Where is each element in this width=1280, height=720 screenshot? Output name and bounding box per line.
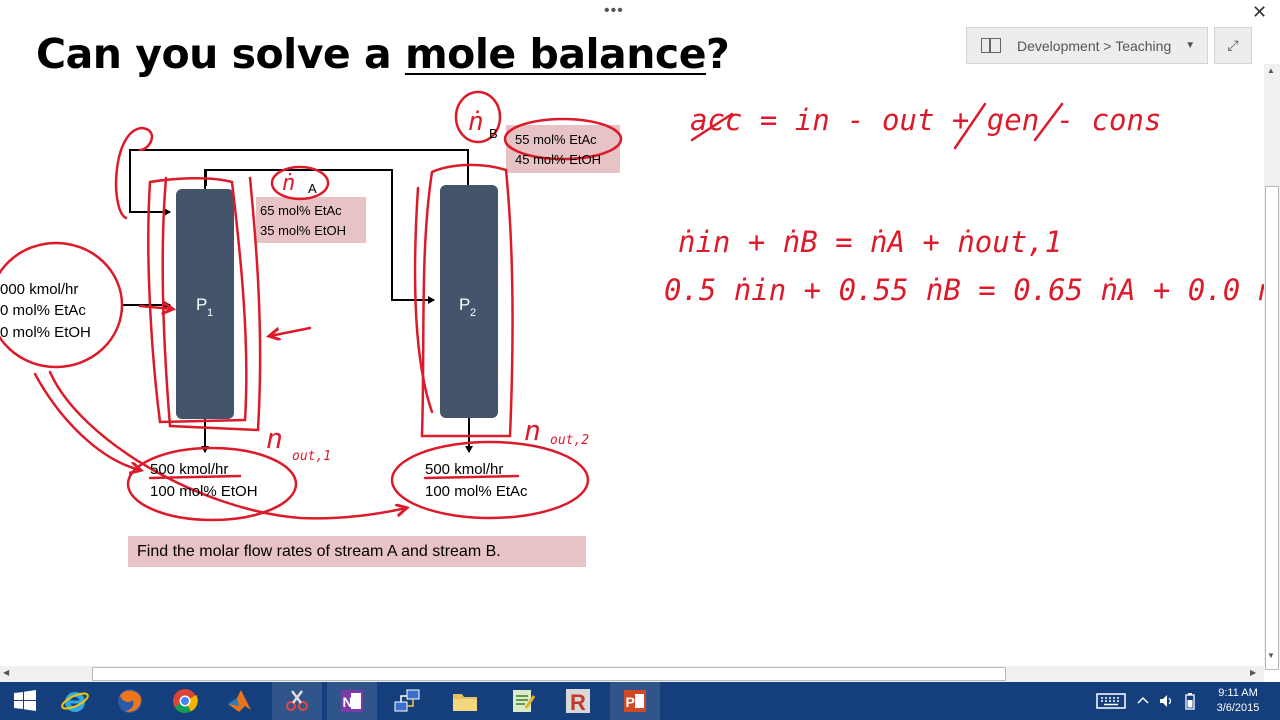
scroll-right-icon[interactable]: ▶: [1250, 668, 1256, 677]
windows-logo-icon: [14, 690, 36, 711]
taskbar-clock[interactable]: 9:11 AM 3/6/2015: [1206, 686, 1270, 716]
horizontal-scroll-thumb[interactable]: [92, 667, 1006, 681]
scissors-icon: [286, 690, 308, 711]
vertical-scroll-thumb[interactable]: [1265, 186, 1279, 670]
scroll-left-icon[interactable]: ◀: [3, 668, 9, 677]
nb-hand: ṅ: [468, 107, 484, 137]
out2-line1: 500 kmol/hr: [425, 461, 503, 478]
taskbar-snipping-tool[interactable]: [272, 682, 322, 720]
keyboard-tray[interactable]: [1096, 682, 1126, 720]
feed-line3: 0 mol% EtOH: [0, 324, 91, 341]
n-out2-sub: out,2: [550, 433, 589, 448]
speaker-icon: [1160, 695, 1172, 707]
svg-text:P: P: [626, 694, 635, 710]
taskbar-network[interactable]: [382, 682, 432, 720]
stream-b-letter: B: [489, 126, 498, 141]
equation-2: 0.5 ṅin + 0.55 ṅB = 0.65 ṅA + 0.0 n: [664, 273, 1264, 307]
page-canvas: 000 kmol/hr 0 mol% EtAc 0 mol% EtOH 65 m…: [0, 90, 1264, 567]
firefox-icon: [118, 689, 142, 713]
scroll-up-icon[interactable]: ▲: [1267, 66, 1275, 75]
clock-time: 9:11 AM: [1218, 687, 1258, 699]
show-hidden-icons[interactable]: [1136, 682, 1150, 720]
stream-a-line2: 35 mol% EtOH: [260, 223, 346, 238]
folder-icon: [453, 694, 477, 711]
powerpoint-icon: P: [624, 690, 646, 712]
out2-ellipse: [390, 440, 590, 520]
feed-line1: 000 kmol/hr: [0, 281, 78, 298]
feed-line2: 0 mol% EtAc: [0, 302, 86, 319]
chrome-icon: [173, 689, 198, 714]
balance-equation: acc = in - out + gen - cons: [690, 103, 1161, 137]
taskbar-chrome[interactable]: [160, 682, 210, 720]
r-icon: R: [566, 689, 590, 715]
out1-line1: 500 kmol/hr: [150, 461, 228, 478]
matlab-icon: [228, 690, 251, 712]
stream-a-ellipse: [270, 165, 330, 201]
recycle-hook: [138, 126, 154, 152]
unit-p1-label: P: [196, 295, 207, 314]
horizontal-scrollbar[interactable]: ◀ ▶: [0, 666, 1264, 682]
onenote-icon: N: [341, 690, 363, 712]
battery-tray[interactable]: [1184, 682, 1196, 720]
taskbar-firefox[interactable]: [105, 682, 155, 720]
out1-line2: 100 mol% EtOH: [150, 483, 258, 500]
feed-arrow: [138, 306, 172, 309]
network-icon: [394, 689, 420, 712]
equation-1: ṅin + ṅB = ṅA + ṅout,1: [678, 225, 1062, 259]
taskbar-powerpoint[interactable]: P: [610, 682, 660, 720]
n-out2: n: [524, 414, 541, 447]
stream-a-line1: 65 mol% EtAc: [260, 203, 342, 218]
ie-icon: [61, 692, 89, 712]
start-button[interactable]: [0, 682, 50, 720]
question-text: Find the molar flow rates of stream A an…: [137, 543, 501, 560]
chevron-up-icon: [1137, 696, 1149, 704]
stream-b-line2: 45 mol% EtOH: [515, 152, 601, 167]
na-hand: ṅ: [282, 171, 295, 196]
svg-text:R: R: [570, 690, 586, 715]
taskbar-onenote[interactable]: N: [327, 682, 377, 720]
taskbar-r-app[interactable]: R: [553, 682, 603, 720]
taskbar-notepad[interactable]: [497, 682, 547, 720]
taskbar-file-explorer[interactable]: [440, 682, 490, 720]
side-arrow: [270, 326, 312, 336]
taskbar: N R P: [0, 682, 1280, 720]
unit-p1-sub: 1: [207, 307, 213, 319]
svg-text:N: N: [343, 694, 353, 710]
n-out1-sub: out,1: [292, 449, 331, 464]
volume-tray[interactable]: [1158, 682, 1174, 720]
clock-date: 3/6/2015: [1216, 702, 1260, 714]
stream-b-line1: 55 mol% EtAc: [515, 132, 597, 147]
unit-p2-label: P: [459, 295, 470, 314]
taskbar-ie[interactable]: [50, 682, 100, 720]
vertical-scrollbar[interactable]: ▲ ▼: [1264, 64, 1280, 670]
unit-p2-sub: 2: [470, 307, 476, 319]
out2-line2: 100 mol% EtAc: [425, 483, 528, 500]
n-out1: n: [266, 422, 283, 455]
scroll-down-icon[interactable]: ▼: [1267, 651, 1275, 660]
taskbar-matlab[interactable]: [215, 682, 265, 720]
keyboard-icon: [1096, 693, 1126, 709]
stream-a-letter: A: [308, 181, 317, 196]
battery-icon: [1185, 693, 1195, 710]
notepad-icon: [513, 690, 536, 712]
